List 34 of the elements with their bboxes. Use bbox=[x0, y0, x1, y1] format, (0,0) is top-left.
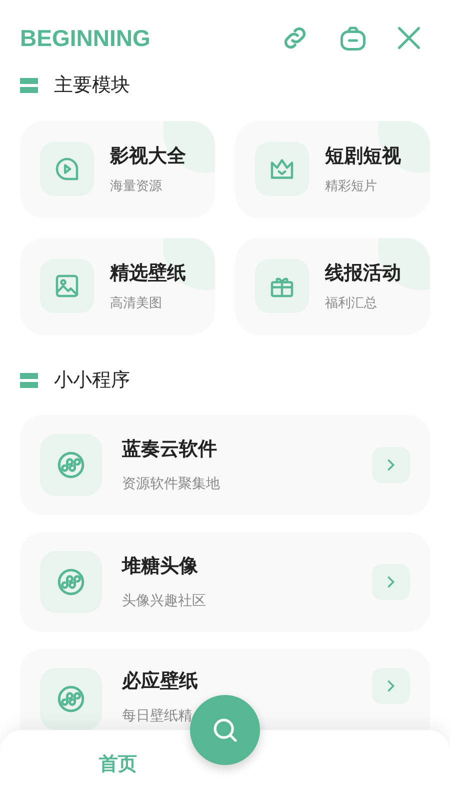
module-title: 精选壁纸 bbox=[110, 262, 186, 286]
mini-program-card[interactable]: 堆糖头像 头像兴趣社区 bbox=[20, 532, 430, 632]
mini-program-icon bbox=[56, 450, 86, 480]
mini-program-icon bbox=[56, 684, 86, 714]
mini-program-icon bbox=[56, 567, 86, 597]
section-title: 主要模块 bbox=[54, 74, 130, 98]
close-icon[interactable] bbox=[396, 25, 422, 51]
chevron-button[interactable] bbox=[372, 668, 410, 704]
program-subtitle: 头像兴趣社区 bbox=[122, 590, 207, 610]
program-subtitle: 资源软件聚集地 bbox=[122, 474, 221, 493]
module-title: 线报活动 bbox=[325, 262, 401, 286]
module-subtitle: 福利汇总 bbox=[325, 294, 378, 312]
module-subtitle: 海量资源 bbox=[110, 176, 163, 194]
module-title: 短剧短视 bbox=[325, 144, 401, 169]
mini-program-card[interactable]: 蓝奏云软件 资源软件聚集地 bbox=[20, 415, 430, 515]
module-card[interactable]: 影视大全 海量资源 bbox=[20, 120, 215, 218]
program-subtitle: 每日壁纸精 bbox=[122, 706, 193, 724]
app-title: BEGINNING bbox=[20, 24, 150, 53]
section-marker-icon bbox=[20, 372, 38, 389]
module-card[interactable]: 精选壁纸 高清美图 bbox=[20, 238, 215, 334]
mini-program-card[interactable]: 必应壁纸 每日壁纸精 bbox=[20, 649, 430, 730]
module-subtitle: 精彩短片 bbox=[325, 176, 378, 194]
program-title: 必应壁纸 bbox=[122, 670, 199, 694]
chevron-button[interactable] bbox=[372, 564, 410, 600]
program-title: 蓝奏云软件 bbox=[122, 438, 218, 462]
module-card[interactable]: 线报活动 福利汇总 bbox=[235, 238, 430, 334]
search-icon bbox=[211, 716, 239, 744]
chevron-button[interactable] bbox=[372, 447, 410, 483]
section-marker-icon bbox=[20, 78, 38, 94]
program-title: 堆糖头像 bbox=[122, 554, 199, 580]
module-subtitle: 高清美图 bbox=[110, 294, 163, 312]
section-title: 小小程序 bbox=[54, 368, 130, 392]
module-title: 影视大全 bbox=[110, 144, 186, 169]
module-card[interactable]: 短剧短视 精彩短片 bbox=[235, 120, 430, 218]
